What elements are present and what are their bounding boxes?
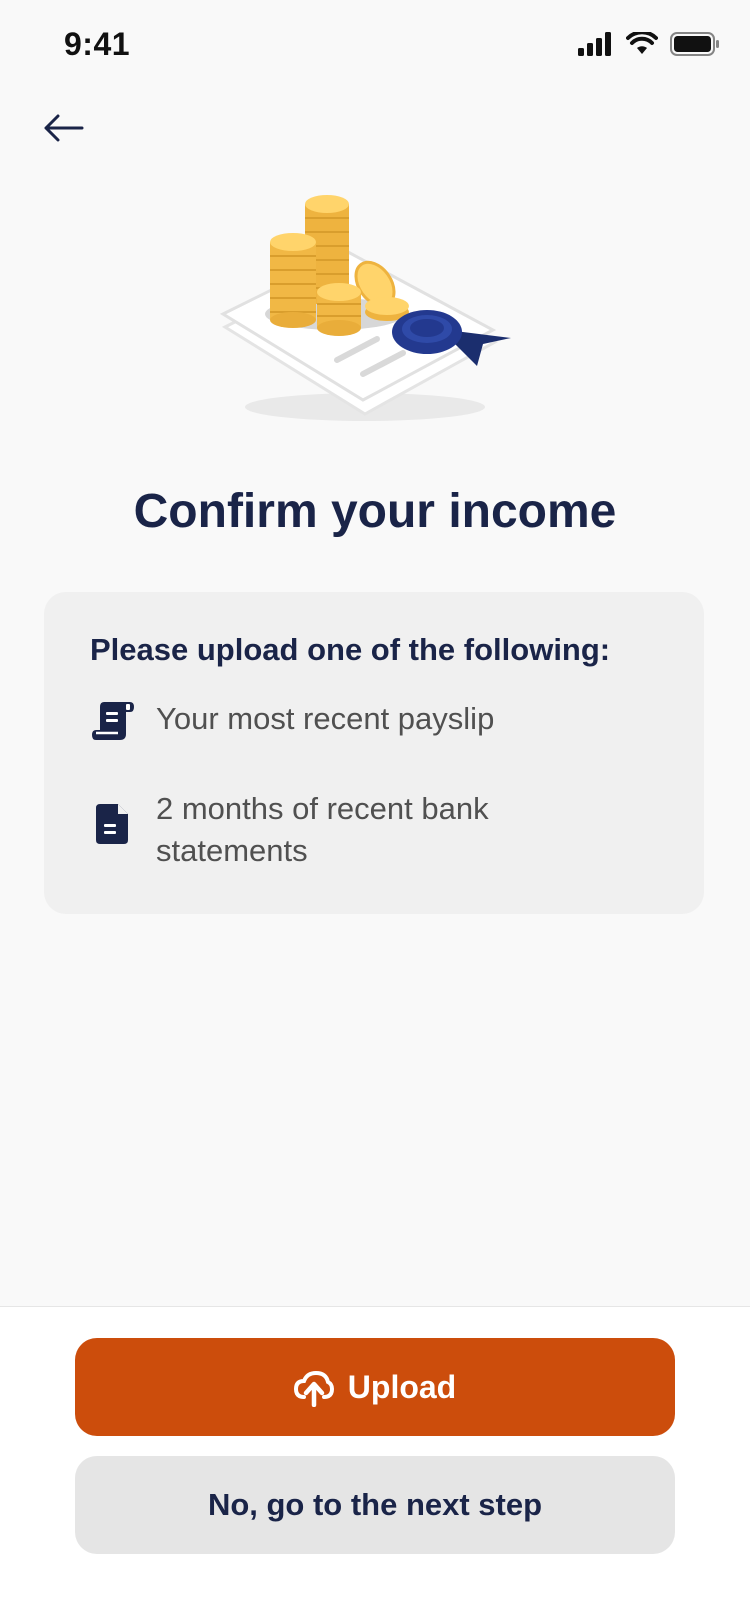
status-icons [578,32,720,56]
list-item-payslip: Your most recent payslip [90,698,576,744]
arrow-left-icon [44,114,84,142]
upload-button-label: Upload [347,1368,457,1405]
list-item-bank-statements: 2 months of recent bank statements [90,788,576,872]
status-bar: 9:41 [0,0,750,92]
document-icon [96,804,128,844]
status-time: 9:41 [64,26,131,62]
wifi-icon [626,32,658,54]
list-item-label: 2 months of recent bank statements [156,791,489,868]
card-heading: Please upload one of the following: [90,632,611,667]
coins-and-certificate-illustration [215,192,535,432]
payslip-scroll-icon [92,702,134,740]
cloud-upload-icon [293,1370,334,1407]
battery-icon [670,32,719,56]
next-step-button-label: No, go to the next step [207,1487,543,1522]
cellular-signal-icon [578,32,611,56]
back-button[interactable] [40,108,88,148]
upload-requirements-card: Please upload one of the following: Your… [44,592,704,914]
next-step-button[interactable]: No, go to the next step [75,1456,675,1554]
upload-button[interactable]: Upload [75,1338,675,1436]
page-title: Confirm your income [133,485,617,538]
list-item-label: Your most recent payslip [156,701,495,736]
